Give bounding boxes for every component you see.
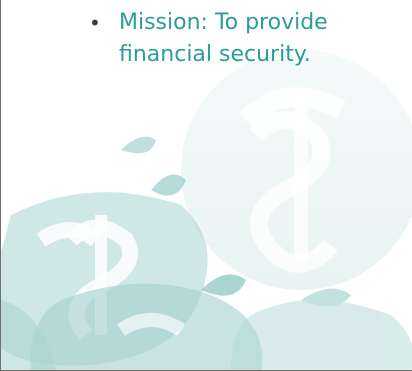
bullet-marker: •: [89, 11, 101, 35]
leaf-icon: [121, 136, 156, 154]
apple-dollar-icon: [181, 50, 412, 290]
mission-line-1: Mission: To provide: [119, 10, 328, 35]
mission-line-2: financial security.: [119, 42, 311, 67]
slide-frame: • Mission: To provide financial security…: [0, 0, 412, 371]
apple-dollar-icon: [231, 288, 412, 370]
